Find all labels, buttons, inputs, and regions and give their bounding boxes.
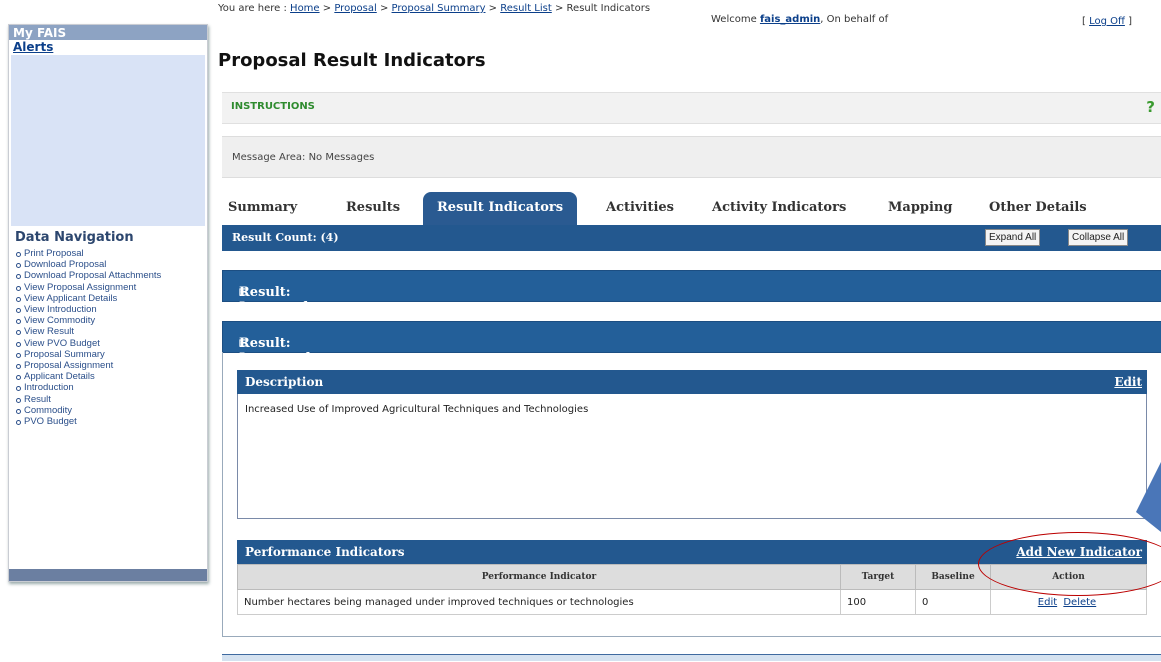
result-header-2[interactable]: ⊟ Result: Increased Use of Improved Agri… [222,321,1161,456]
description-header: Description Edit [237,370,1147,394]
instructions-bar[interactable]: INSTRUCTIONS ? [222,92,1161,124]
tab-activity-indicators[interactable]: Activity Indicators [712,192,846,225]
tab-activities[interactable]: Activities [606,192,674,225]
pointer-arrow-icon [1136,462,1161,532]
nav-item-pvo-budget[interactable]: PVO Budget [15,416,207,427]
page-title: Proposal Result Indicators [218,50,486,71]
tab-mapping[interactable]: Mapping [888,192,952,225]
nav-item-proposal-summary[interactable]: Proposal Summary [15,349,207,360]
message-text: Message Area: No Messages [232,152,375,163]
breadcrumb-prefix: You are here : [218,3,287,14]
col-target: Target [840,564,916,590]
nav-item-result[interactable]: Result [15,394,207,405]
result-count: Result Count: (4) [232,231,339,244]
table-row: Number hectares being managed under impr… [237,589,1147,615]
sidebar-bottom-bar [9,569,207,581]
indicator-cell: Number hectares being managed under impr… [237,589,841,615]
description-edit-link[interactable]: Edit [1114,375,1142,389]
my-fais-title: My FAIS [9,25,207,40]
edit-indicator-link[interactable]: Edit [1038,597,1057,608]
baseline-cell: 0 [915,589,991,615]
instructions-label[interactable]: INSTRUCTIONS [231,101,315,112]
data-navigation-title: Data Navigation [15,230,134,245]
nav-item-download-attachments[interactable]: Download Proposal Attachments [15,270,207,281]
result-count-bar: Result Count: (4) Expand All Collapse Al… [222,225,1161,251]
breadcrumb-proposal-summary[interactable]: Proposal Summary [392,3,486,14]
breadcrumb-result-list[interactable]: Result List [500,3,552,14]
nav-item-view-proposal-assignment[interactable]: View Proposal Assignment [15,282,207,293]
logoff-link[interactable]: Log Off [1089,16,1125,27]
performance-indicators-title: Performance Indicators [245,545,405,559]
nav-item-proposal-assignment[interactable]: Proposal Assignment [15,360,207,371]
welcome-label: Welcome [711,14,757,25]
delete-indicator-link[interactable]: Delete [1063,597,1096,608]
nav-item-view-commodity[interactable]: View Commodity [15,315,207,326]
breadcrumb-current: Result Indicators [566,3,651,14]
collapse-all-button[interactable]: Collapse All [1068,229,1129,246]
nav-item-commodity[interactable]: Commodity [15,405,207,416]
nav-item-introduction[interactable]: Introduction [15,382,207,393]
tab-results[interactable]: Results [346,192,400,225]
col-performance-indicator: Performance Indicator [237,564,841,590]
description-text: Increased Use of Improved Agricultural T… [245,404,589,415]
result-header-1[interactable]: ⊞ Result: Improved Quality of Land and W… [222,270,1161,375]
nav-item-view-result[interactable]: View Result [15,326,207,337]
tab-other-details[interactable]: Other Details [989,192,1087,225]
nav-item-print-proposal[interactable]: Print Proposal [15,248,207,259]
nav-item-applicant-details[interactable]: Applicant Details [15,371,207,382]
tab-result-indicators[interactable]: Result Indicators [423,192,578,225]
logoff-wrapper: [ Log Off ] [1082,16,1132,27]
help-icon[interactable]: ? [1146,98,1155,116]
next-result-edge [222,654,1161,661]
target-cell: 100 [840,589,916,615]
nav-item-download-proposal[interactable]: Download Proposal [15,259,207,270]
expand-all-button[interactable]: Expand All [985,229,1041,246]
sidebar: My FAIS Alerts Data Navigation Print Pro… [8,24,208,582]
breadcrumb: You are here : Home > Proposal > Proposa… [218,3,651,14]
description-title: Description [245,375,324,389]
message-area: Message Area: No Messages [222,136,1161,178]
alerts-area [11,55,205,226]
nav-item-view-introduction[interactable]: View Introduction [15,304,207,315]
breadcrumb-home[interactable]: Home [290,3,320,14]
breadcrumb-proposal[interactable]: Proposal [334,3,376,14]
nav-item-view-applicant-details[interactable]: View Applicant Details [15,293,207,304]
tab-summary[interactable]: Summary [228,192,297,225]
description-box: Increased Use of Improved Agricultural T… [237,394,1147,519]
welcome-text: Welcome fais_admin, On behalf of [711,14,888,25]
alerts-link[interactable]: Alerts [9,40,207,55]
on-behalf-label: , On behalf of [820,14,889,25]
nav-item-view-pvo-budget[interactable]: View PVO Budget [15,338,207,349]
user-link[interactable]: fais_admin [760,14,820,25]
data-navigation-list: Print Proposal Download Proposal Downloa… [9,248,207,427]
